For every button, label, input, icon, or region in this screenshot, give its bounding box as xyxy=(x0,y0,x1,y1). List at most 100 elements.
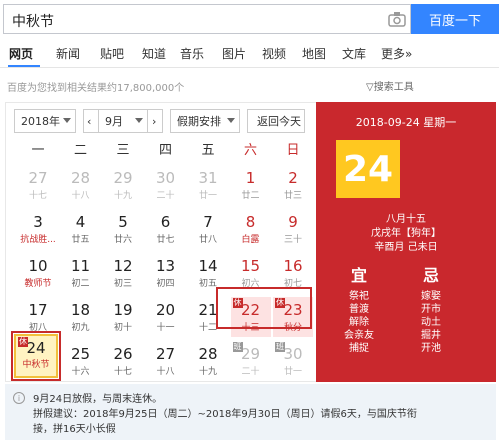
day-number: 5 xyxy=(118,213,128,231)
calendar-day[interactable]: 4 廿五 xyxy=(61,209,101,249)
day-number: 3 xyxy=(33,213,43,231)
calendar-day[interactable]: 10 教师节 xyxy=(18,253,58,293)
calendar-day[interactable]: 7 廿八 xyxy=(188,209,228,249)
camera-icon[interactable] xyxy=(388,11,406,27)
ji-item: 掘井 xyxy=(421,330,441,341)
calendar-day[interactable]: 27 十七 xyxy=(18,165,58,205)
calendar-day[interactable]: 1 廿二 xyxy=(231,165,271,205)
day-number: 27 xyxy=(155,345,176,363)
tab-video[interactable]: 视频 xyxy=(262,45,286,62)
weekday-label: 日 xyxy=(286,143,300,158)
day-lunar-label: 廿一 xyxy=(198,191,217,201)
calendar-day[interactable]: 26 十七 xyxy=(103,341,143,381)
day-number: 26 xyxy=(113,345,133,363)
tab-tieba[interactable]: 贴吧 xyxy=(100,45,124,62)
calendar-day[interactable]: 2 廿三 xyxy=(273,165,313,205)
info-line-3: 接，拼16天小长假 xyxy=(33,424,116,435)
ji-item: 嫁娶 xyxy=(421,291,441,302)
search-input[interactable]: 中秋节 xyxy=(3,4,411,34)
day-number: 17 xyxy=(28,301,48,319)
calendar-day[interactable]: 9 三十 xyxy=(273,209,313,249)
day-lunar-label: 十九 xyxy=(113,191,132,201)
tab-images[interactable]: 图片 xyxy=(222,45,246,62)
filter-icon: ▽ xyxy=(366,82,374,93)
day-lunar-label: 二十 xyxy=(156,191,175,201)
ji-list: 嫁娶 开市 动土 掘井 开池 xyxy=(396,290,466,355)
return-today-button[interactable]: 返回今天 xyxy=(247,109,305,133)
chevron-down-icon xyxy=(135,118,143,123)
day-number: 13 xyxy=(155,257,176,275)
day-badge: 班 xyxy=(232,342,243,352)
search-tools-label: 搜索工具 xyxy=(373,82,414,93)
calendar-day[interactable]: 29 十九 xyxy=(103,165,143,205)
day-number: 20 xyxy=(155,301,176,319)
calendar-day[interactable]: 19 初十 xyxy=(103,297,143,337)
chevron-left-icon: ‹ xyxy=(87,114,92,128)
day-number: 6 xyxy=(160,213,171,231)
day-lunar-label: 廿五 xyxy=(71,235,90,245)
calendar-day[interactable]: 27 十八 xyxy=(146,341,186,381)
year-select[interactable]: 2018年 xyxy=(14,109,76,133)
calendar-day[interactable]: 25 十六 xyxy=(61,341,101,381)
calendar-day[interactable]: 30 二十 xyxy=(146,165,186,205)
tab-web[interactable]: 网页 xyxy=(9,45,33,62)
calendar-day[interactable]: 3 抗战胜... xyxy=(18,209,58,249)
date-detail-panel: 2018-09-24 星期一 24 八月十五 戊戌年【狗年】 辛酉月 己未日 宜… xyxy=(316,102,496,382)
day-number: 15 xyxy=(240,257,261,275)
day-number: 27 xyxy=(28,169,48,187)
day-number: 1 xyxy=(245,169,256,187)
holiday-select[interactable]: 假期安排 xyxy=(170,109,240,133)
tab-music[interactable]: 音乐 xyxy=(180,45,204,62)
tab-map[interactable]: 地图 xyxy=(302,45,326,62)
day-number: 18 xyxy=(70,301,91,319)
tab-zhidao[interactable]: 知道 xyxy=(142,45,166,62)
tab-wenku[interactable]: 文库 xyxy=(342,45,366,62)
weekday-label: 二 xyxy=(73,143,87,158)
month-select[interactable]: 9月 xyxy=(98,109,148,133)
calendar-day[interactable]: 5 廿六 xyxy=(103,209,143,249)
search-button[interactable]: 百度一下 xyxy=(411,4,499,34)
weekday-label: 四 xyxy=(158,143,172,158)
ji-item: 开池 xyxy=(421,343,441,354)
calendar-day[interactable]: 12 初三 xyxy=(103,253,143,293)
day-lunar-label: 抗战胜... xyxy=(20,235,56,245)
calendar-day[interactable]: 班 29 二十 xyxy=(231,341,271,381)
ji-title: 忌 xyxy=(422,266,439,285)
calendar-day[interactable]: 28 十八 xyxy=(61,165,101,205)
search-tools-link[interactable]: ▽搜索工具 xyxy=(366,78,414,93)
calendar-day[interactable]: 31 廿一 xyxy=(188,165,228,205)
ganzhi-year: 戊戌年【狗年】 xyxy=(371,228,441,239)
calendar-day[interactable]: 18 初九 xyxy=(61,297,101,337)
calendar-day[interactable]: 13 初四 xyxy=(146,253,186,293)
prev-month-button[interactable]: ‹ xyxy=(83,109,99,133)
day-lunar-label: 十七 xyxy=(28,191,47,201)
weekday-label: 六 xyxy=(243,143,257,158)
calendar-day[interactable]: 28 十九 xyxy=(188,341,228,381)
day-lunar-label: 廿三 xyxy=(283,191,302,201)
day-lunar-label: 十八 xyxy=(156,367,175,377)
day-lunar-label: 廿二 xyxy=(241,191,260,201)
calendar-day[interactable]: 班 30 廿一 xyxy=(273,341,313,381)
day-lunar-label: 初九 xyxy=(71,323,90,333)
yi-item: 普渡 xyxy=(349,304,369,315)
info-icon: i xyxy=(13,392,25,404)
calendar-day[interactable]: 20 十一 xyxy=(146,297,186,337)
calendar-day[interactable]: 8 白露 xyxy=(231,209,271,249)
tab-more[interactable]: 更多» xyxy=(381,45,412,62)
day-number: 19 xyxy=(113,301,133,319)
ji-item: 开市 xyxy=(421,304,441,315)
calendar-day[interactable]: 11 初二 xyxy=(61,253,101,293)
day-badge: 休 xyxy=(18,337,28,347)
calendar-day[interactable]: 6 廿七 xyxy=(146,209,186,249)
day-lunar-label: 十六 xyxy=(71,367,90,377)
active-tab-indicator xyxy=(8,65,40,67)
day-lunar-label: 初十 xyxy=(113,323,132,333)
weekday-label: 一 xyxy=(31,143,45,158)
day-lunar-label: 教师节 xyxy=(24,279,52,289)
day-number: 16 xyxy=(283,257,303,275)
next-month-button[interactable]: › xyxy=(147,109,163,133)
search-query: 中秋节 xyxy=(12,14,54,30)
yi-title: 宜 xyxy=(350,266,367,285)
tab-news[interactable]: 新闻 xyxy=(56,45,80,62)
today-cell[interactable]: 休 24 中秋节 xyxy=(14,334,58,378)
